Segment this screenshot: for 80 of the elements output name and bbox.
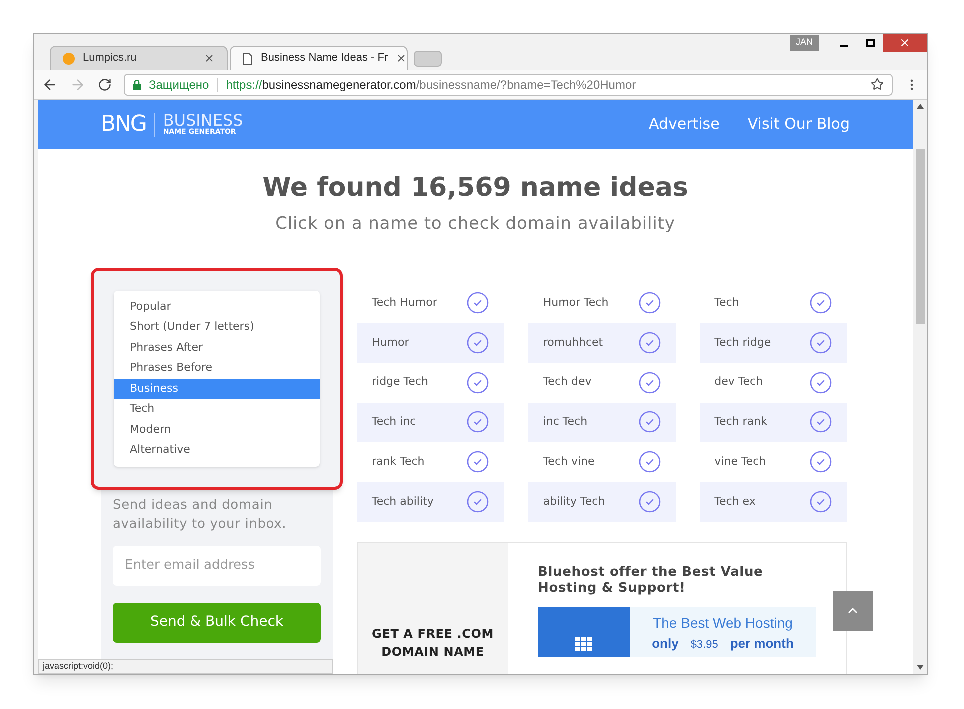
- padlock-icon: [133, 80, 141, 90]
- check-circle-icon[interactable]: [810, 292, 832, 314]
- ad-period: per month: [730, 634, 794, 653]
- logo-mark: BNG: [101, 111, 146, 139]
- check-circle-icon[interactable]: [467, 451, 490, 474]
- name-suggestion[interactable]: ability Tech: [528, 482, 676, 522]
- name-suggestion[interactable]: rank Tech: [357, 442, 504, 482]
- check-circle-icon[interactable]: [638, 372, 661, 394]
- check-circle-icon[interactable]: [467, 292, 490, 314]
- grid-icon: [575, 636, 593, 651]
- secure-label: Защищено: [149, 76, 210, 94]
- browser-tab[interactable]: Lumpics.ru: [50, 46, 228, 70]
- category-option[interactable]: Tech: [114, 399, 320, 420]
- category-option[interactable]: Alternative: [114, 440, 320, 460]
- chevron-up-icon: [848, 608, 858, 614]
- check-circle-icon[interactable]: [810, 411, 832, 434]
- ad-banner-title: The Best Web Hosting: [653, 614, 793, 633]
- close-icon: [899, 37, 911, 49]
- close-icon[interactable]: [396, 53, 408, 64]
- ad-only: only: [652, 634, 679, 653]
- name-suggestion[interactable]: Tech vine: [528, 442, 676, 482]
- category-option[interactable]: Popular: [114, 296, 320, 317]
- name-suggestion[interactable]: Tech ridge: [700, 323, 847, 363]
- category-option[interactable]: Phrases Before: [114, 358, 320, 378]
- address-bar[interactable]: Защищено https://businessnamegenerator.com/businessname/?bname=Tech%20Humor: [124, 74, 893, 96]
- name-suggestion[interactable]: inc Tech: [528, 402, 676, 442]
- category-option[interactable]: Modern: [114, 420, 320, 440]
- check-circle-icon[interactable]: [467, 490, 490, 513]
- scrollbar-thumb[interactable]: [916, 149, 924, 324]
- check-circle-icon[interactable]: [467, 332, 490, 354]
- name-suggestion[interactable]: Tech dev: [528, 362, 676, 403]
- check-circle-icon[interactable]: [467, 411, 490, 434]
- scroll-down-icon[interactable]: [916, 665, 924, 670]
- results-subtitle: Click on a name to check domain availability: [276, 213, 676, 236]
- name-suggestion[interactable]: Tech: [700, 284, 847, 324]
- tab-title: Lumpics.ru: [83, 51, 138, 66]
- new-tab-button[interactable]: [414, 51, 442, 67]
- name-suggestion[interactable]: Tech Humor: [357, 284, 504, 324]
- check-circle-icon[interactable]: [810, 372, 832, 394]
- close-icon[interactable]: [204, 53, 215, 64]
- logo-title: BUSINESS: [163, 113, 244, 129]
- name-suggestion[interactable]: Tech ex: [700, 482, 847, 522]
- name-suggestion[interactable]: vine Tech: [700, 442, 847, 482]
- status-bar: javascript:void(0);: [38, 658, 333, 674]
- close-button[interactable]: [883, 34, 927, 52]
- check-circle-icon[interactable]: [810, 332, 832, 354]
- name-suggestion[interactable]: Tech rank: [700, 402, 847, 442]
- name-suggestion[interactable]: romuhhcet: [528, 323, 676, 363]
- check-circle-icon[interactable]: [638, 332, 661, 354]
- browser-tab[interactable]: Business Name Ideas - Fr: [230, 46, 408, 70]
- check-circle-icon[interactable]: [638, 292, 661, 314]
- check-circle-icon[interactable]: [810, 451, 832, 474]
- reload-icon[interactable]: [98, 78, 112, 92]
- name-suggestion[interactable]: Humor: [357, 323, 504, 363]
- check-circle-icon[interactable]: [810, 490, 832, 513]
- check-circle-icon[interactable]: [638, 490, 661, 513]
- name-suggestion[interactable]: Tech ability: [357, 482, 504, 522]
- check-circle-icon[interactable]: [638, 411, 661, 434]
- ad-price: $3.95: [690, 638, 718, 653]
- email-field[interactable]: Enter email address: [113, 546, 321, 586]
- ad-left-text: GET A FREE .COM DOMAIN NAME: [371, 626, 495, 661]
- forward-arrow-icon[interactable]: [70, 76, 86, 92]
- name-suggestion[interactable]: ridge Tech: [357, 362, 504, 403]
- check-circle-icon[interactable]: [467, 372, 490, 394]
- star-icon[interactable]: [871, 78, 884, 91]
- signup-text: Send ideas and domain availability to your inbox.: [113, 496, 288, 534]
- name-suggestion[interactable]: Humor Tech: [528, 284, 676, 324]
- tab-title: Business Name Ideas - Fr: [261, 51, 388, 66]
- results-heading: We found 16,569 name ideas: [262, 172, 688, 205]
- check-circle-icon[interactable]: [638, 451, 661, 474]
- ad-title: Bluehost offer the Best Value Hosting & Support!: [538, 564, 764, 597]
- url-text: https://businessnamegenerator.com/businessname/?bname=Tech%20Humor: [226, 76, 636, 94]
- name-suggestion[interactable]: dev Tech: [700, 362, 847, 403]
- favicon-icon: [63, 52, 75, 64]
- category-option[interactable]: Phrases After: [114, 338, 320, 358]
- scrollbar[interactable]: [913, 100, 927, 674]
- scroll-up-icon[interactable]: [916, 104, 924, 109]
- category-option[interactable]: Short (Under 7 letters): [114, 317, 320, 338]
- name-suggestion[interactable]: Tech inc: [357, 402, 504, 442]
- page-icon: [243, 52, 253, 64]
